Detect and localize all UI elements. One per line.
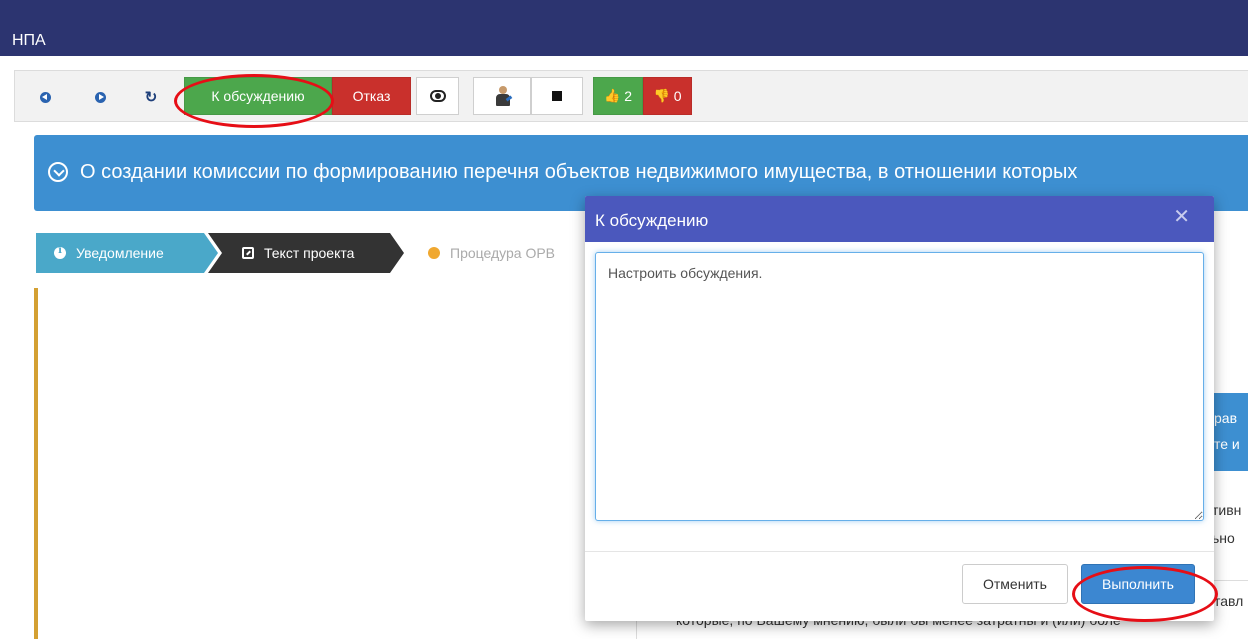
discuss-button[interactable]: К обсуждению (184, 77, 332, 115)
document-title: О создании комиссии по формированию пере… (80, 161, 1078, 183)
submit-button-label: Выполнить (1102, 576, 1174, 592)
forward-button[interactable] (86, 83, 114, 111)
thumbs-up-icon: 👍 (604, 88, 621, 103)
info-icon (54, 245, 66, 259)
modal-header: К обсуждению ✕ (585, 196, 1214, 242)
submit-button[interactable]: Выполнить (1081, 564, 1195, 604)
thumbs-down-icon: 👎 (653, 88, 670, 103)
step-label: Текст проекта (264, 245, 355, 261)
dislike-count: 0 (673, 88, 682, 104)
cancel-button[interactable]: Отменить (962, 564, 1068, 604)
user-pen-icon (495, 85, 513, 107)
discuss-modal: К обсуждению ✕ Настроить обсуждения. Отм… (585, 196, 1214, 621)
background-text: тавл (1214, 593, 1244, 609)
refresh-button[interactable]: ↻ (137, 83, 165, 111)
step-project-text[interactable]: Текст проекта (208, 233, 404, 273)
back-button[interactable] (31, 83, 59, 111)
cancel-button-label: Отменить (983, 576, 1047, 592)
step-notification[interactable]: Уведомление (36, 233, 218, 273)
like-button[interactable]: 👍 2 (593, 77, 643, 115)
edit-icon (242, 247, 254, 259)
close-icon[interactable]: ✕ (1173, 207, 1190, 227)
status-dot-icon (428, 247, 440, 259)
background-text: ьно (1212, 530, 1235, 546)
background-text: рав (1214, 410, 1238, 426)
arrow-left-circle-icon (39, 91, 51, 103)
like-count: 2 (624, 88, 632, 104)
step-label: Процедура ОРВ (450, 245, 556, 261)
background-text: тивн (1212, 502, 1242, 518)
discuss-button-label: К обсуждению (211, 88, 305, 104)
app-header: НПА (0, 0, 1248, 56)
reject-button[interactable]: Отказ (332, 77, 411, 115)
step-orv-procedure[interactable]: Процедура ОРВ (394, 233, 614, 273)
content-accent-bar (34, 288, 38, 639)
view-button[interactable] (416, 77, 459, 115)
arrow-right-circle-icon (94, 91, 106, 103)
dislike-button[interactable]: 👎 0 (643, 77, 692, 115)
discussion-textarea[interactable]: Настроить обсуждения. (595, 252, 1204, 521)
eye-icon (429, 90, 446, 102)
step-label: Уведомление (76, 245, 164, 261)
modal-title: К обсуждению (595, 211, 709, 230)
stop-button[interactable] (531, 77, 583, 115)
refresh-icon: ↻ (144, 89, 158, 106)
background-text: те и (1214, 436, 1240, 452)
chevron-down-circle-icon[interactable] (48, 162, 68, 182)
toolbar: ↻ К обсуждению Отказ 👍 2 👎 0 (14, 70, 1248, 122)
modal-footer-divider (585, 551, 1214, 552)
reject-button-label: Отказ (352, 88, 391, 104)
stop-square-icon (552, 91, 562, 101)
user-edit-button[interactable] (473, 77, 531, 115)
